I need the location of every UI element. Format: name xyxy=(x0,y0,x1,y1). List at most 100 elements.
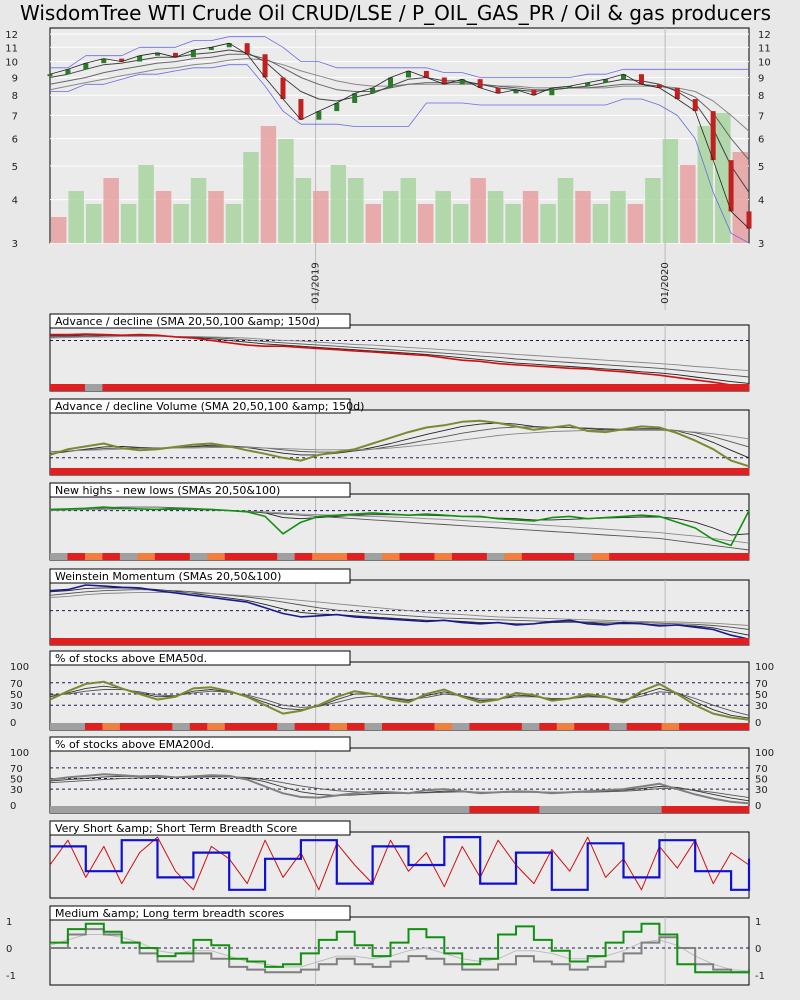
price-ytick-left: 8 xyxy=(12,91,18,102)
weinstein-momentum-strip-cell xyxy=(224,638,243,645)
short-term-breadth-label: Very Short &amp; Short Term Breadth Scor… xyxy=(55,822,298,835)
weinstein-momentum-strip-cell xyxy=(521,638,540,645)
price-ytick-right: 12 xyxy=(758,30,771,41)
medium-long-breadth-ytick-left: 1 xyxy=(6,917,12,928)
volume-bar xyxy=(452,204,469,243)
pct-above-ema50-strip-cell xyxy=(294,723,313,730)
price-candle xyxy=(280,77,286,100)
pct-above-ema50-strip-cell xyxy=(312,723,331,730)
advance-decline-strip-cell xyxy=(137,384,156,391)
pct-above-ema50-strip-cell xyxy=(172,723,191,730)
volume-bar xyxy=(435,191,451,243)
volume-bar xyxy=(365,204,382,243)
advance-decline-strip-cell xyxy=(626,384,645,391)
pct-above-ema50-strip-cell xyxy=(644,723,663,730)
pct-above-ema50-strip-cell xyxy=(731,723,750,730)
pct-above-ema200-strip-cell xyxy=(50,806,68,813)
pct-above-ema200-strip-cell xyxy=(539,806,558,813)
price-ytick-left: 5 xyxy=(12,162,18,173)
pct-above-ema200-strip-cell xyxy=(154,806,173,813)
pct-above-ema200-strip-cell xyxy=(137,806,156,813)
advance-decline-volume-strip-cell xyxy=(67,468,86,475)
weinstein-momentum-strip-cell xyxy=(84,638,103,645)
advance-decline-volume-panel xyxy=(49,409,750,476)
new-highs-new-lows-strip-cell xyxy=(521,553,540,560)
advance-decline-volume-strip-cell xyxy=(521,468,540,475)
weinstein-momentum-strip-cell xyxy=(50,638,68,645)
pct-above-ema50-strip-cell xyxy=(521,723,540,730)
advance-decline-volume-strip-cell xyxy=(399,468,418,475)
pct-above-ema50-strip-cell xyxy=(137,723,156,730)
pct-above-ema200-strip-cell xyxy=(591,806,610,813)
weinstein-momentum-strip-cell xyxy=(434,638,453,645)
new-highs-new-lows-strip-cell xyxy=(277,553,296,560)
volume-bar xyxy=(505,204,521,243)
pct-above-ema50-strip-cell xyxy=(154,723,173,730)
pct-above-ema50-strip-cell xyxy=(119,723,138,730)
advance-decline-strip-cell xyxy=(189,384,208,391)
new-highs-new-lows-strip-cell xyxy=(434,553,453,560)
medium-long-breadth-ytick-left: 0 xyxy=(6,944,12,955)
price-ytick-right: 9 xyxy=(758,73,764,84)
advance-decline-volume-strip-cell xyxy=(119,468,138,475)
pct-above-ema50-strip-cell xyxy=(382,723,400,730)
advance-decline-strip-cell xyxy=(591,384,610,391)
volume-bar xyxy=(627,204,644,243)
price-candle xyxy=(47,74,53,77)
new-highs-new-lows-panel xyxy=(49,493,750,561)
pct-above-ema50-strip-cell xyxy=(486,723,505,730)
new-highs-new-lows-strip-cell xyxy=(451,553,470,560)
volume-bar xyxy=(540,204,556,243)
advance-decline-volume-strip-cell xyxy=(50,468,68,475)
weinstein-momentum-strip-cell xyxy=(207,638,226,645)
pct-above-ema200-strip-cell xyxy=(469,806,488,813)
advance-decline-volume-strip-cell xyxy=(661,468,680,475)
pct-above-ema200-strip-cell xyxy=(312,806,331,813)
weinstein-momentum-strip-cell xyxy=(259,638,278,645)
advance-decline-strip-cell xyxy=(207,384,226,391)
volume-bar xyxy=(330,165,347,243)
pct-above-ema200-strip-cell xyxy=(399,806,418,813)
pct-above-ema200-strip-cell xyxy=(294,806,313,813)
advance-decline-volume-strip-cell xyxy=(679,468,698,475)
volume-bar xyxy=(732,152,748,243)
pct-above-ema200-strip-cell xyxy=(259,806,278,813)
volume-bar xyxy=(575,191,591,243)
advance-decline-volume-strip-cell xyxy=(539,468,558,475)
pct-above-ema200-strip-cell xyxy=(277,806,296,813)
pct-above-ema50-strip-cell xyxy=(591,723,610,730)
new-highs-new-lows-strip-cell xyxy=(382,553,400,560)
pct-above-ema200-strip-cell xyxy=(556,806,575,813)
volume-bar xyxy=(348,178,364,243)
advance-decline-strip-cell xyxy=(294,384,313,391)
pct-above-ema50-ytick-right: 0 xyxy=(755,718,761,729)
advance-decline-strip-cell xyxy=(67,384,86,391)
advance-decline-strip-cell xyxy=(382,384,400,391)
price-candle xyxy=(710,111,716,161)
volume-bar xyxy=(155,191,172,243)
advance-decline-volume-strip-cell xyxy=(242,468,261,475)
weinstein-momentum-strip-cell xyxy=(294,638,313,645)
pct-above-ema50-ytick-left: 100 xyxy=(10,662,29,673)
weinstein-momentum-strip-cell xyxy=(347,638,366,645)
pct-above-ema50-label: % of stocks above EMA50d. xyxy=(55,652,207,665)
advance-decline-strip-cell xyxy=(434,384,453,391)
advance-decline-volume-strip-cell xyxy=(504,468,523,475)
new-highs-new-lows-strip-cell xyxy=(50,553,68,560)
new-highs-new-lows-strip-cell xyxy=(137,553,156,560)
advance-decline-strip-cell xyxy=(451,384,470,391)
pct-above-ema200-strip-cell xyxy=(224,806,243,813)
price-candle xyxy=(638,74,644,85)
advance-decline-volume-strip-cell xyxy=(469,468,488,475)
advance-decline-volume-strip-cell xyxy=(312,468,331,475)
advance-decline-volume-strip-cell xyxy=(347,468,366,475)
weinstein-momentum-strip-cell xyxy=(119,638,138,645)
pct-above-ema200-strip-cell xyxy=(67,806,86,813)
pct-above-ema50-ytick-left: 30 xyxy=(10,701,23,712)
price-ytick-right: 7 xyxy=(758,111,764,122)
pct-above-ema50-strip-cell xyxy=(224,723,243,730)
pct-above-ema200-ytick-right: 100 xyxy=(755,748,774,759)
price-candle xyxy=(388,77,394,88)
chart-stage: WisdomTree WTI Crude Oil CRUD/LSE / P_OI… xyxy=(0,0,800,1000)
medium-long-breadth-panel xyxy=(49,916,750,986)
